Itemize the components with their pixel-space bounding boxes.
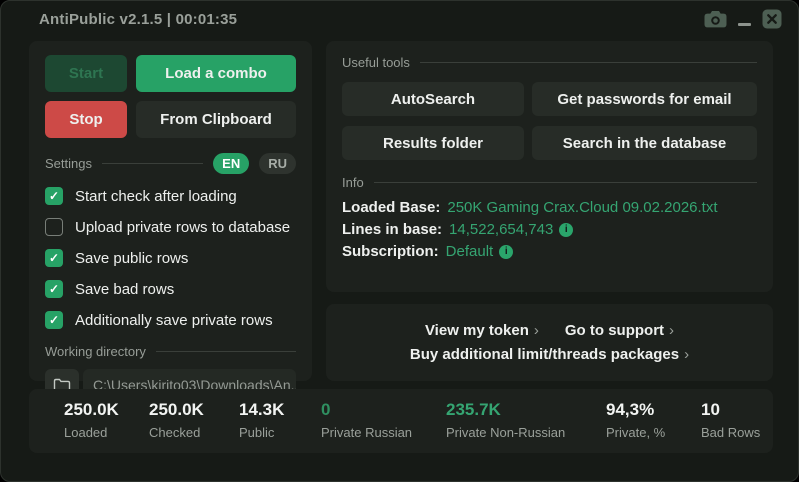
- stop-button[interactable]: Stop: [45, 101, 127, 138]
- useful-tools-header: Useful tools: [342, 55, 757, 70]
- chevron-right-icon: ›: [534, 322, 539, 339]
- divider-line: [102, 163, 203, 164]
- results-folder-button[interactable]: Results folder: [342, 126, 524, 160]
- checkbox-start-check-after-loading[interactable]: Start check after loading: [45, 187, 296, 205]
- autosearch-button[interactable]: AutoSearch: [342, 82, 524, 116]
- close-icon[interactable]: [762, 9, 782, 29]
- start-button[interactable]: Start: [45, 55, 127, 92]
- links-row-1: View my token› Go to support›: [326, 322, 773, 339]
- stat-public: 14.3K Public: [239, 400, 321, 453]
- useful-tools-grid: AutoSearch Get passwords for email Resul…: [342, 82, 757, 160]
- titlebar: AntiPublic v2.1.5 | 00:01:35: [1, 1, 798, 37]
- control-panel: Start Load a combo Stop From Clipboard S…: [29, 41, 312, 381]
- working-directory-label: Working directory: [45, 344, 146, 359]
- stat-private-russian: 0 Private Russian: [321, 400, 446, 453]
- settings-label: Settings: [45, 156, 92, 171]
- info-label: Info: [342, 175, 364, 190]
- buy-packages-link[interactable]: Buy additional limit/threads packages›: [410, 346, 689, 363]
- info-row-lines-in-base: Lines in base: 14,522,654,743: [342, 221, 757, 238]
- stats-panel: 250.0K Loaded 250.0K Checked 14.3K Publi…: [29, 389, 773, 453]
- lang-en-toggle[interactable]: EN: [213, 153, 249, 174]
- info-icon[interactable]: [499, 245, 513, 259]
- titlebar-icons: [704, 9, 782, 29]
- checkbox-checked-icon: [45, 311, 63, 329]
- tools-info-panel: Useful tools AutoSearch Get passwords fo…: [326, 41, 773, 292]
- useful-tools-label: Useful tools: [342, 55, 410, 70]
- search-database-button[interactable]: Search in the database: [532, 126, 757, 160]
- from-clipboard-button[interactable]: From Clipboard: [136, 101, 296, 138]
- checkbox-checked-icon: [45, 249, 63, 267]
- go-to-support-link[interactable]: Go to support›: [565, 322, 674, 339]
- chevron-right-icon: ›: [669, 322, 674, 339]
- screenshot-camera-icon[interactable]: [704, 10, 727, 28]
- view-my-token-link[interactable]: View my token›: [425, 322, 539, 339]
- stat-private-percent: 94,3% Private, %: [606, 400, 701, 453]
- divider-line: [374, 182, 757, 183]
- divider-line: [420, 62, 757, 63]
- info-row-loaded-base: Loaded Base: 250K Gaming Crax.Cloud 09.0…: [342, 199, 757, 216]
- stat-private-non-russian: 235.7K Private Non-Russian: [446, 400, 606, 453]
- info-rows: Loaded Base: 250K Gaming Crax.Cloud 09.0…: [342, 199, 757, 260]
- checkbox-upload-private-rows[interactable]: Upload private rows to database: [45, 218, 296, 236]
- divider-line: [156, 351, 296, 352]
- checkbox-save-public-rows[interactable]: Save public rows: [45, 249, 296, 267]
- load-combo-button[interactable]: Load a combo: [136, 55, 296, 92]
- info-icon[interactable]: [559, 223, 573, 237]
- stop-buttons-row: Stop From Clipboard: [45, 101, 296, 138]
- links-row-2: Buy additional limit/threads packages›: [326, 346, 773, 363]
- chevron-right-icon: ›: [684, 346, 689, 363]
- get-passwords-button[interactable]: Get passwords for email: [532, 82, 757, 116]
- info-header: Info: [342, 175, 757, 190]
- info-row-subscription: Subscription: Default: [342, 243, 757, 260]
- stat-loaded: 250.0K Loaded: [64, 400, 149, 453]
- checkbox-save-bad-rows[interactable]: Save bad rows: [45, 280, 296, 298]
- links-panel: View my token› Go to support› Buy additi…: [326, 304, 773, 381]
- minimize-icon[interactable]: [738, 13, 751, 26]
- checkbox-checked-icon: [45, 280, 63, 298]
- working-directory-header: Working directory: [45, 344, 296, 359]
- lang-ru-toggle[interactable]: RU: [259, 153, 296, 174]
- stat-bad-rows: 10 Bad Rows: [701, 400, 760, 453]
- checkbox-unchecked-icon: [45, 218, 63, 236]
- run-buttons-row: Start Load a combo: [45, 55, 296, 92]
- stat-checked: 250.0K Checked: [149, 400, 239, 453]
- checkbox-additionally-save-private-rows[interactable]: Additionally save private rows: [45, 311, 296, 329]
- app-window: AntiPublic v2.1.5 | 00:01:35 Start Lo: [0, 0, 799, 482]
- checkbox-checked-icon: [45, 187, 63, 205]
- window-title: AntiPublic v2.1.5 | 00:01:35: [39, 11, 237, 28]
- settings-header: Settings EN RU: [45, 153, 296, 174]
